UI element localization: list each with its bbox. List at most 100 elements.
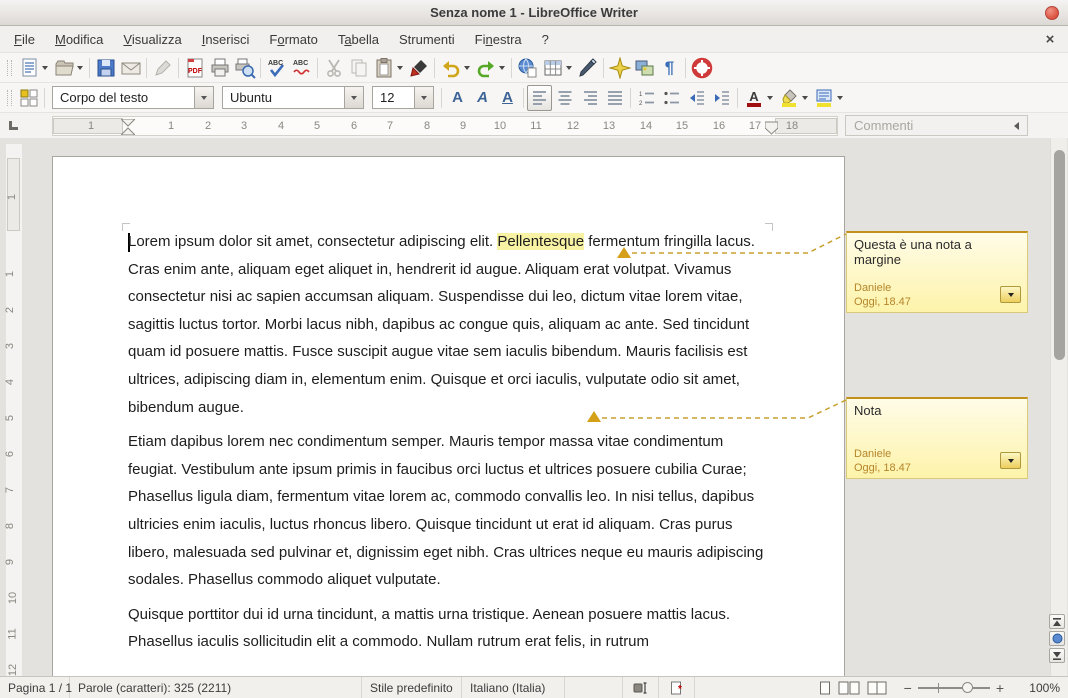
next-page-button[interactable]: [1049, 648, 1065, 663]
print-button[interactable]: [207, 55, 232, 81]
bold-button[interactable]: A: [445, 85, 470, 111]
comment-text[interactable]: Nota: [854, 403, 1020, 418]
paragraph-style-dropdown[interactable]: [194, 87, 213, 108]
highlighting-dropdown[interactable]: [802, 96, 808, 100]
print-preview-button[interactable]: [232, 55, 257, 81]
document-modified-icon[interactable]: *: [659, 677, 695, 698]
comment-menu-button[interactable]: [1000, 452, 1021, 469]
paragraph-background-button[interactable]: [811, 85, 836, 111]
menu-visualizza[interactable]: Visualizza: [113, 30, 191, 49]
menu-tabella[interactable]: Tabella: [328, 30, 389, 49]
word-count-status[interactable]: Parole (caratteri): 325 (2211): [70, 677, 362, 698]
comment-anchor-highlight[interactable]: Pellentesque: [497, 233, 584, 250]
font-color-dropdown[interactable]: [767, 96, 773, 100]
view-single-page-icon[interactable]: [819, 681, 831, 695]
page-style-status[interactable]: Stile predefinito: [362, 677, 462, 698]
right-indent-marker[interactable]: [765, 119, 778, 135]
insert-hyperlink-button[interactable]: [515, 55, 540, 81]
auto-spellcheck-button[interactable]: ABC: [289, 55, 314, 81]
margin-comment-2[interactable]: Nota Daniele Oggi, 18.47: [846, 397, 1028, 479]
open-button[interactable]: [51, 55, 76, 81]
vertical-ruler[interactable]: 1 123456789101112: [6, 144, 22, 676]
align-right-button[interactable]: [577, 85, 602, 111]
underline-button[interactable]: A: [495, 85, 520, 111]
zoom-in-button[interactable]: +: [996, 680, 1004, 696]
document-page[interactable]: Lorem ipsum dolor sit amet, consectetur …: [52, 156, 845, 676]
justify-button[interactable]: [602, 85, 627, 111]
navigation-button[interactable]: [1049, 631, 1065, 646]
help-button[interactable]: [689, 55, 714, 81]
decrease-indent-button[interactable]: [684, 85, 709, 111]
edit-file-button[interactable]: [150, 55, 175, 81]
open-dropdown[interactable]: [77, 66, 83, 70]
navigator-button[interactable]: [607, 55, 632, 81]
draw-functions-button[interactable]: [575, 55, 600, 81]
language-status[interactable]: Italiano (Italia): [462, 677, 565, 698]
toolbar-grip[interactable]: [7, 90, 12, 106]
save-button[interactable]: [93, 55, 118, 81]
document-text[interactable]: Lorem ipsum dolor sit amet, consectetur …: [128, 228, 770, 663]
paste-dropdown[interactable]: [397, 66, 403, 70]
new-document-button[interactable]: [16, 55, 41, 81]
paragraph-1[interactable]: Lorem ipsum dolor sit amet, consectetur …: [128, 228, 770, 421]
zoom-slider-thumb[interactable]: [962, 682, 973, 693]
increase-indent-button[interactable]: [709, 85, 734, 111]
undo-dropdown[interactable]: [464, 66, 470, 70]
redo-button[interactable]: [473, 55, 498, 81]
zoom-out-button[interactable]: −: [904, 680, 912, 696]
previous-page-button[interactable]: [1049, 614, 1065, 629]
menu-strumenti[interactable]: Strumenti: [389, 30, 465, 49]
menu-modifica[interactable]: Modifica: [45, 30, 113, 49]
new-document-dropdown[interactable]: [42, 66, 48, 70]
horizontal-ruler[interactable]: 1123456789101112131415161718: [52, 116, 838, 136]
font-name-combo[interactable]: Ubuntu: [222, 86, 364, 109]
redo-dropdown[interactable]: [499, 66, 505, 70]
comment-menu-button[interactable]: [1000, 286, 1021, 303]
paragraph-background-dropdown[interactable]: [837, 96, 843, 100]
toolbar-grip[interactable]: [7, 60, 12, 76]
page-number-status[interactable]: Pagina 1 / 1: [0, 677, 70, 698]
export-pdf-button[interactable]: PDF: [182, 55, 207, 81]
menu-file[interactable]: File: [4, 30, 45, 49]
paragraph-style-combo[interactable]: Corpo del testo: [52, 86, 214, 109]
zoom-slider-track[interactable]: [918, 687, 990, 689]
insert-mode-status[interactable]: [565, 677, 623, 698]
scrollbar-thumb[interactable]: [1054, 150, 1065, 360]
font-size-combo[interactable]: 12: [372, 86, 434, 109]
view-multi-page-icon[interactable]: [838, 681, 860, 695]
zoom-percentage[interactable]: 100%: [1012, 677, 1068, 698]
spellcheck-button[interactable]: ABC: [264, 55, 289, 81]
italic-button[interactable]: A: [470, 85, 495, 111]
insert-table-dropdown[interactable]: [566, 66, 572, 70]
tab-stop-selector[interactable]: [9, 121, 18, 130]
menu-finestra[interactable]: Finestra: [465, 30, 532, 49]
gallery-button[interactable]: [632, 55, 657, 81]
align-left-button[interactable]: [527, 85, 552, 111]
copy-button[interactable]: [346, 55, 371, 81]
undo-button[interactable]: [438, 55, 463, 81]
left-indent-marker[interactable]: [121, 119, 135, 135]
bullet-list-button[interactable]: [659, 85, 684, 111]
close-document-button[interactable]: ×: [1040, 29, 1060, 49]
margin-comment-1[interactable]: Questa è una nota a margine Daniele Oggi…: [846, 231, 1028, 313]
clone-formatting-button[interactable]: [406, 55, 431, 81]
font-name-dropdown[interactable]: [344, 87, 363, 108]
numbered-list-button[interactable]: 12: [634, 85, 659, 111]
selection-mode-icon[interactable]: [623, 677, 659, 698]
menu-help[interactable]: ?: [532, 30, 559, 49]
menu-formato[interactable]: Formato: [259, 30, 327, 49]
view-book-icon[interactable]: [867, 681, 887, 695]
font-size-dropdown[interactable]: [414, 87, 433, 108]
align-center-button[interactable]: [552, 85, 577, 111]
paste-button[interactable]: [371, 55, 396, 81]
menu-inserisci[interactable]: Inserisci: [192, 30, 260, 49]
vertical-scrollbar[interactable]: [1050, 138, 1067, 676]
comment-text[interactable]: Questa è una nota a margine: [854, 237, 1020, 267]
styles-panel-icon[interactable]: [16, 85, 41, 111]
insert-table-button[interactable]: [540, 55, 565, 81]
formatting-marks-button[interactable]: ¶: [657, 55, 682, 81]
font-color-button[interactable]: A: [741, 85, 766, 111]
paragraph-3[interactable]: Quisque porttitor dui id urna tincidunt,…: [128, 601, 770, 656]
paragraph-2[interactable]: Etiam dapibus lorem nec condimentum semp…: [128, 428, 770, 594]
highlighting-button[interactable]: [776, 85, 801, 111]
